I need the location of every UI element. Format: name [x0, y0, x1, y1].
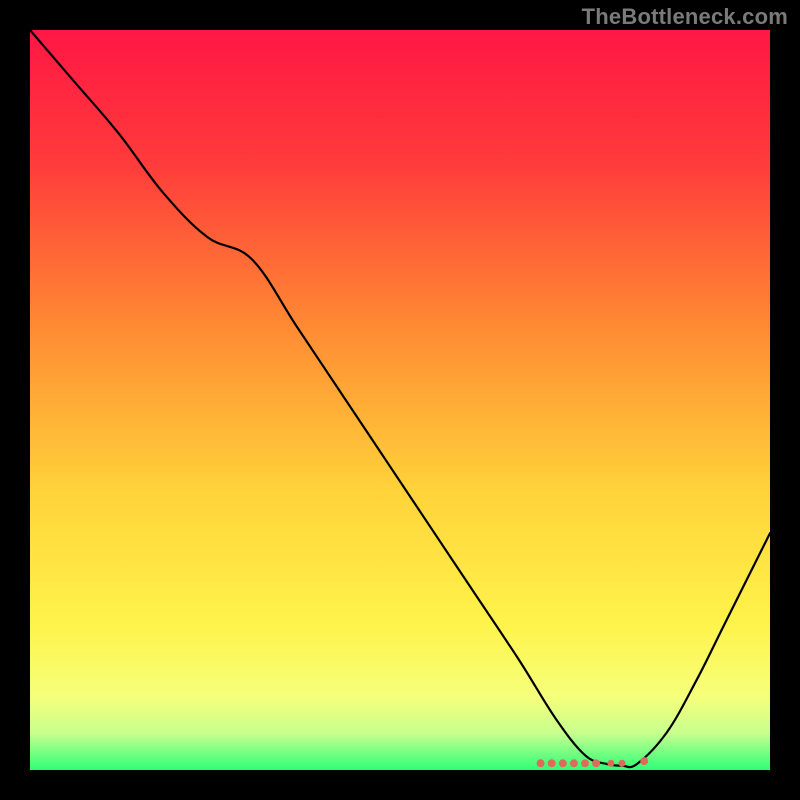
- bottleneck-chart: [30, 30, 770, 770]
- data-point: [619, 760, 626, 767]
- data-point: [640, 757, 648, 765]
- data-point: [570, 759, 578, 767]
- data-point: [592, 759, 600, 767]
- watermark-text: TheBottleneck.com: [582, 4, 788, 30]
- chart-stage: TheBottleneck.com: [0, 0, 800, 800]
- data-point: [607, 760, 614, 767]
- gradient-background: [30, 30, 770, 770]
- data-point: [581, 759, 589, 767]
- data-point: [548, 759, 556, 767]
- data-point: [559, 759, 567, 767]
- data-point: [537, 759, 545, 767]
